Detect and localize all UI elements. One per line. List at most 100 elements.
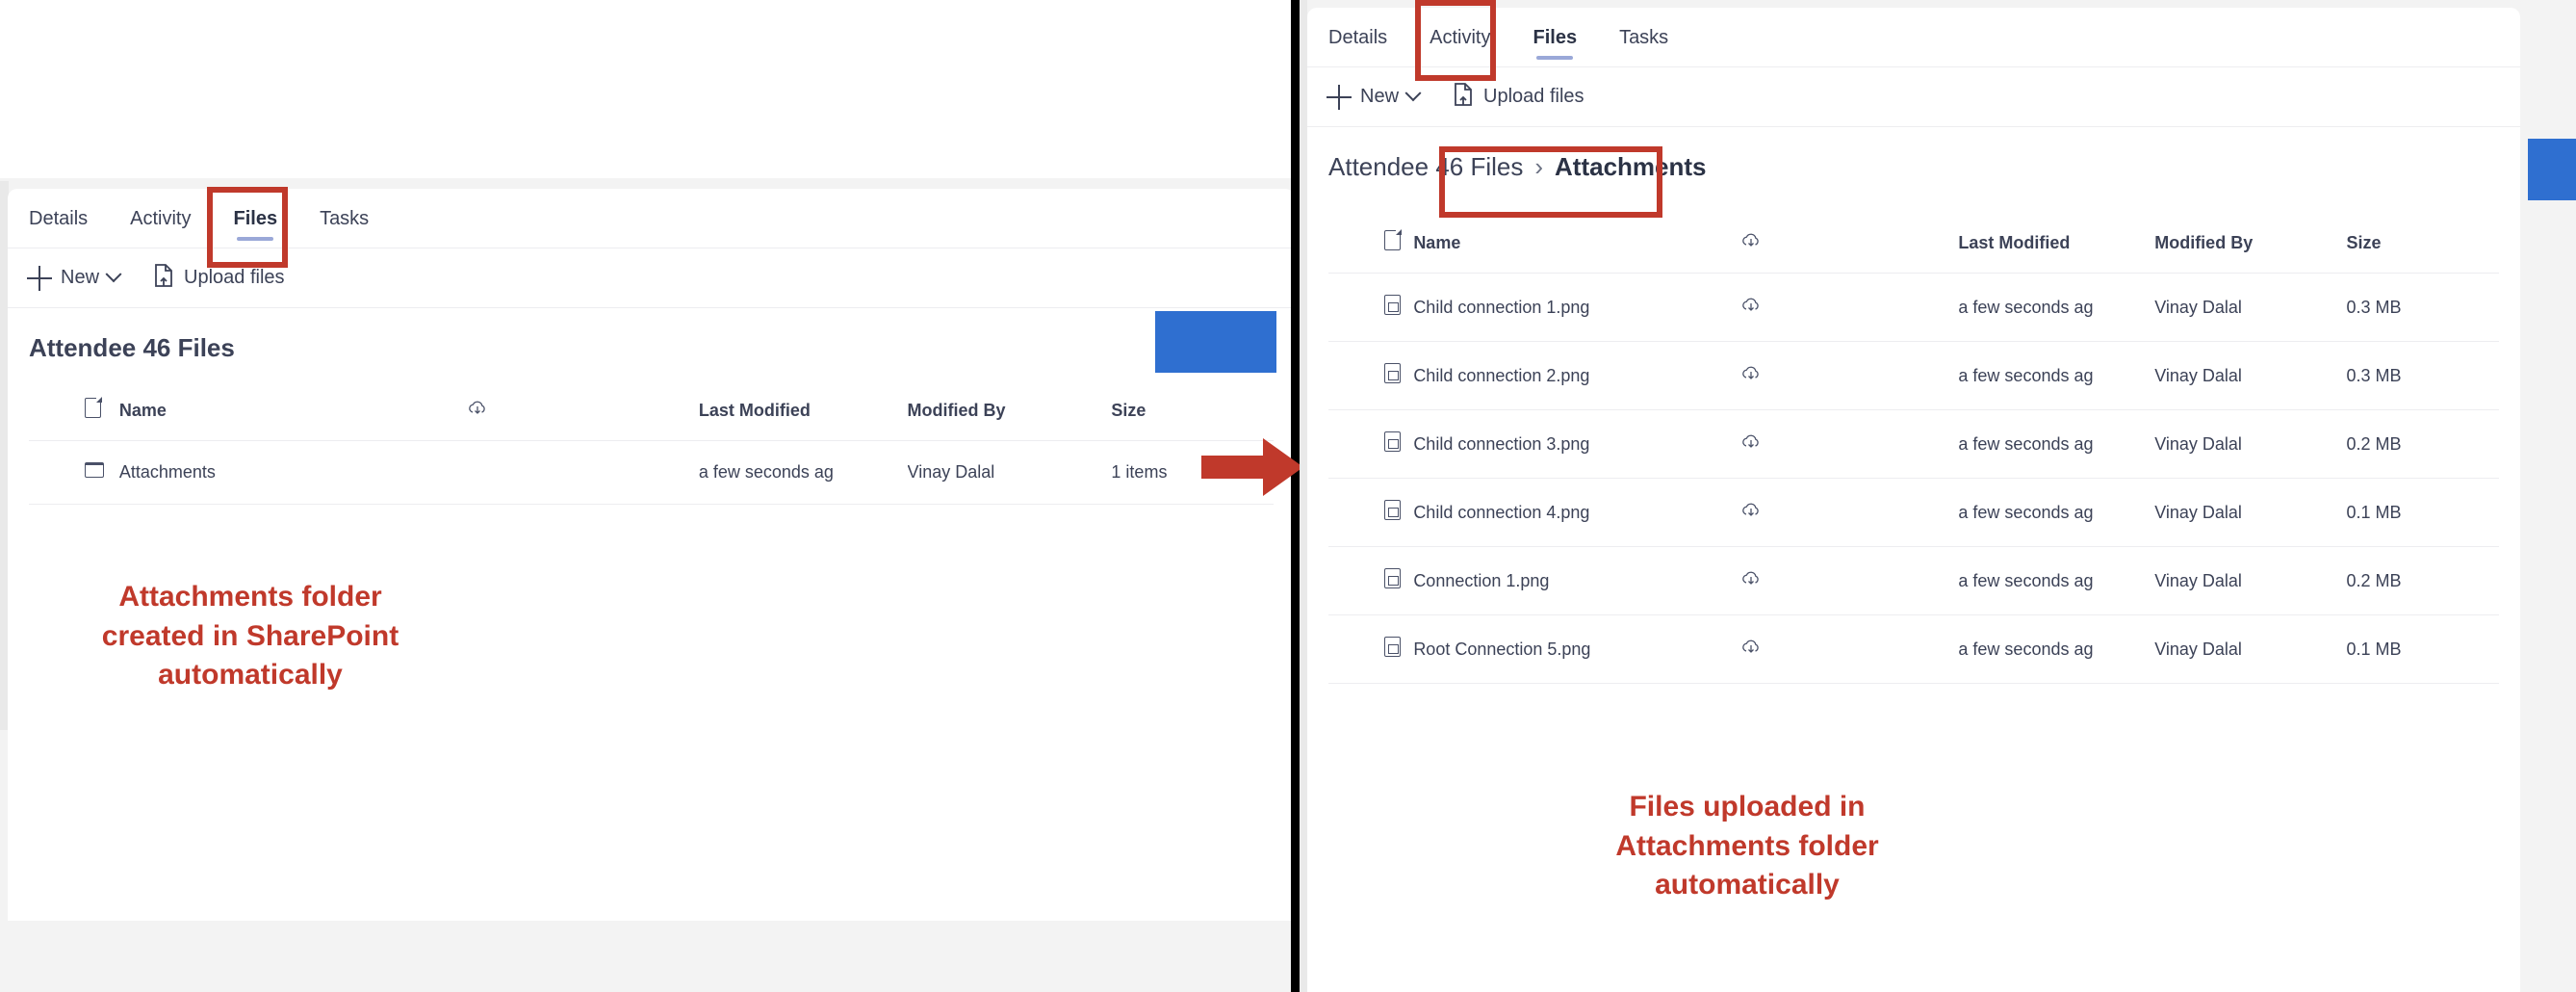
- chevron-down-icon: [105, 265, 122, 282]
- cloud-download-icon: [467, 400, 488, 417]
- plus-icon: [1327, 84, 1352, 110]
- table-row[interactable]: Root Connection 5.png a few seconds ag Vin…: [1328, 614, 2499, 684]
- image-file-icon: [1384, 295, 1401, 315]
- plus-icon: [27, 265, 52, 291]
- row-icon-cell: [1328, 273, 1414, 342]
- row-modified-by: Vinay Dalal: [2154, 409, 2347, 479]
- row-name[interactable]: Attachments: [118, 440, 468, 505]
- row-name[interactable]: Connection 1.png: [1413, 546, 1740, 615]
- right-table-wrap: Name Last Modified Modified By Size Chil…: [1307, 203, 2520, 684]
- row-cloud-cell[interactable]: [1739, 341, 1959, 410]
- tab-files[interactable]: Files: [1511, 8, 1598, 67]
- left-command-bar: New Upload files: [8, 248, 1295, 308]
- cloud-download-icon[interactable]: [1740, 639, 1762, 656]
- cloud-download-icon[interactable]: [1740, 365, 1762, 382]
- table-row[interactable]: Child connection 3.png a few seconds ag Vi…: [1328, 409, 2499, 479]
- left-file-table: Name Last Modified Modified By Size Atta…: [29, 384, 1274, 505]
- left-accent-block: [1155, 311, 1276, 373]
- row-icon-cell: [29, 440, 119, 505]
- row-name[interactable]: Child connection 2.png: [1413, 341, 1740, 410]
- tab-tasks[interactable]: Tasks: [298, 189, 390, 248]
- row-name[interactable]: Child connection 3.png: [1413, 409, 1740, 479]
- row-modified-by: Vinay Dalal: [2154, 273, 2347, 342]
- cloud-download-icon[interactable]: [1740, 433, 1762, 451]
- row-last-modified: a few seconds ag: [1958, 614, 2155, 684]
- header-name[interactable]: Name: [118, 384, 468, 441]
- row-cloud-cell[interactable]: [1739, 614, 1959, 684]
- annotation-line: created in SharePoint: [101, 619, 399, 652]
- image-file-icon: [1384, 637, 1401, 657]
- cloud-download-icon[interactable]: [1740, 502, 1762, 519]
- image-file-icon: [1384, 431, 1401, 452]
- upload-files-label: Upload files: [184, 267, 285, 288]
- annotation-line: Files uploaded in: [1629, 791, 1866, 822]
- files-tab-highlight-box: [1415, 0, 1496, 81]
- row-last-modified: a few seconds ag: [1958, 409, 2155, 479]
- row-modified-by: Vinay Dalal: [2154, 341, 2347, 410]
- folder-icon: [85, 462, 104, 478]
- row-modified-by: Vinay Dalal: [2154, 614, 2347, 684]
- row-cloud-cell: [467, 440, 699, 505]
- row-modified-by: Vinay Dalal: [907, 440, 1112, 505]
- new-button[interactable]: New: [1327, 84, 1422, 110]
- files-tab-highlight-box: [207, 187, 288, 268]
- new-button[interactable]: New: [27, 265, 122, 291]
- left-tab-bar: Details Activity Files Tasks: [8, 189, 1295, 248]
- left-annotation: Attachments folder created in SharePoint a…: [29, 578, 472, 695]
- row-name[interactable]: Root Connection 5.png: [1413, 614, 1740, 684]
- row-cloud-cell[interactable]: [1739, 273, 1959, 342]
- right-accent-block: [2528, 139, 2576, 200]
- row-cloud-cell[interactable]: [1739, 478, 1959, 547]
- annotation-line: Attachments folder: [118, 581, 382, 613]
- header-modified-by[interactable]: Modified By: [2154, 217, 2347, 274]
- right-panel: Details Activity Files Tasks New Upload …: [1300, 0, 2576, 992]
- upload-files-button[interactable]: Upload files: [1452, 82, 1584, 113]
- right-table-body: Child connection 1.png a few seconds ag Vi…: [1328, 273, 2499, 684]
- header-size[interactable]: Size: [2346, 217, 2499, 274]
- left-table-wrap: Name Last Modified Modified By Size Atta…: [8, 384, 1295, 505]
- row-last-modified: a few seconds ag: [1958, 273, 2155, 342]
- header-name[interactable]: Name: [1413, 217, 1740, 274]
- annotation-line: automatically: [1655, 869, 1840, 901]
- header-icon-col: [1328, 217, 1414, 274]
- row-size: 0.3 MB: [2346, 341, 2499, 410]
- table-row[interactable]: Child connection 4.png a few seconds ag Vi…: [1328, 478, 2499, 547]
- tab-tasks[interactable]: Tasks: [1598, 8, 1689, 67]
- document-icon: [1384, 229, 1402, 250]
- row-icon-cell: [1328, 409, 1414, 479]
- row-icon-cell: [1328, 546, 1414, 615]
- right-table-header-row: Name Last Modified Modified By Size: [1328, 217, 2499, 274]
- header-last-modified[interactable]: Last Modified: [1958, 217, 2155, 274]
- row-icon-cell: [1328, 478, 1414, 547]
- right-annotation: Files uploaded in Attachments folder autom…: [1463, 788, 2031, 905]
- table-row[interactable]: Child connection 2.png a few seconds ag Vi…: [1328, 341, 2499, 410]
- table-row[interactable]: Connection 1.png a few seconds ag Vinay Da…: [1328, 546, 2499, 615]
- left-folder-title: Attendee 46 Files: [29, 333, 235, 362]
- tab-details[interactable]: Details: [29, 189, 109, 248]
- document-icon: [85, 397, 102, 418]
- upload-files-label: Upload files: [1483, 86, 1584, 107]
- row-last-modified: a few seconds ag: [1958, 341, 2155, 410]
- header-last-modified[interactable]: Last Modified: [698, 384, 908, 441]
- cloud-download-icon[interactable]: [1740, 570, 1762, 587]
- row-modified-by: Vinay Dalal: [2154, 546, 2347, 615]
- row-size: 0.2 MB: [2346, 546, 2499, 615]
- header-cloud-col: [467, 384, 699, 441]
- left-panel-card: Details Activity Files Tasks New Upload …: [8, 189, 1295, 921]
- right-panel-side-rail: [1300, 0, 1307, 992]
- tab-details[interactable]: Details: [1328, 8, 1408, 67]
- header-modified-by[interactable]: Modified By: [907, 384, 1112, 441]
- row-icon-cell: [1328, 341, 1414, 410]
- row-cloud-cell[interactable]: [1739, 409, 1959, 479]
- row-name[interactable]: Child connection 4.png: [1413, 478, 1740, 547]
- screenshot-root: Details Activity Files Tasks New Upload …: [0, 0, 2576, 992]
- image-file-icon: [1384, 363, 1401, 383]
- cloud-download-icon[interactable]: [1740, 297, 1762, 314]
- tab-activity[interactable]: Activity: [109, 189, 212, 248]
- table-row[interactable]: Attachments a few seconds ag Vinay Dalal…: [29, 440, 1274, 505]
- header-size[interactable]: Size: [1111, 384, 1274, 441]
- table-row[interactable]: Child connection 1.png a few seconds ag Vi…: [1328, 273, 2499, 342]
- image-file-icon: [1384, 500, 1401, 520]
- row-cloud-cell[interactable]: [1739, 546, 1959, 615]
- row-name[interactable]: Child connection 1.png: [1413, 273, 1740, 342]
